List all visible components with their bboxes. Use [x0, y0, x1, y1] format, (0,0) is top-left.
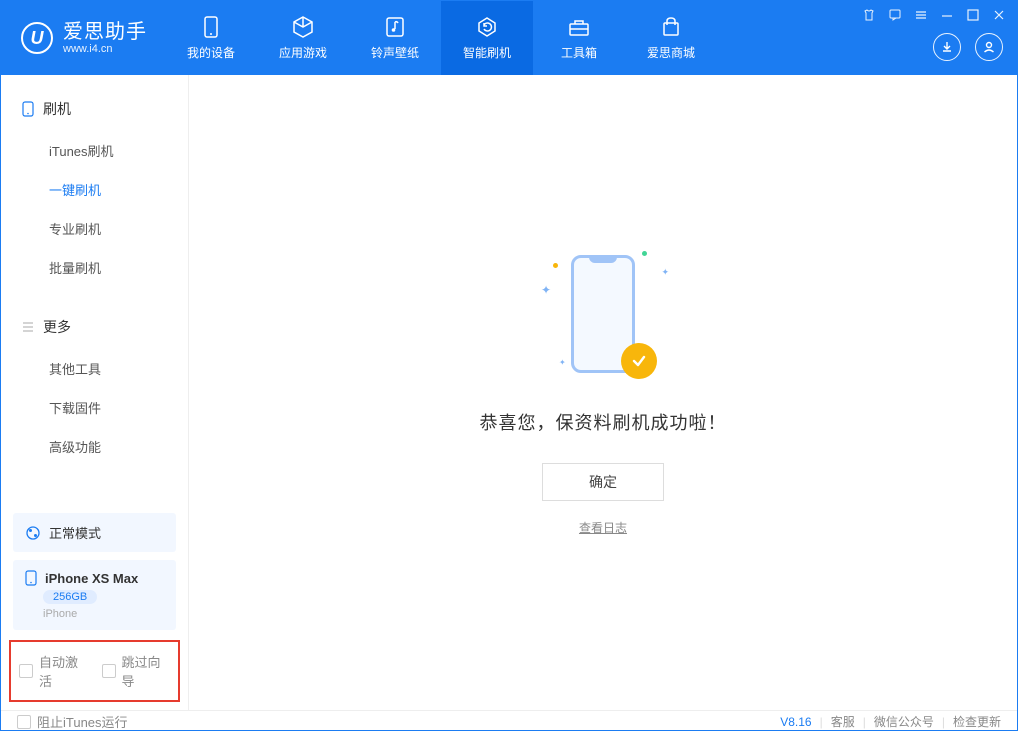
close-button[interactable] [991, 7, 1007, 23]
footer-link-support[interactable]: 客服 [831, 713, 855, 730]
tab-smart-flash[interactable]: 智能刷机 [441, 1, 533, 75]
device-icon [199, 15, 223, 39]
success-illustration: ✦ ✦ ✦ [533, 249, 673, 389]
app-title: 爱思助手 [63, 21, 147, 43]
mode-label: 正常模式 [49, 523, 101, 542]
logo-area: U 爱思助手 www.i4.cn [1, 1, 165, 75]
block-itunes-option[interactable]: 阻止iTunes运行 [17, 712, 128, 731]
footer-link-wechat[interactable]: 微信公众号 [874, 713, 934, 730]
highlighted-options: 自动激活 跳过向导 [9, 640, 180, 702]
view-log-link[interactable]: 查看日志 [579, 519, 627, 536]
auto-activate-option[interactable]: 自动激活 [19, 652, 88, 690]
main-content: ✦ ✦ ✦ 恭喜您，保资料刷机成功啦！ 确定 查看日志 [189, 75, 1017, 710]
confirm-button[interactable]: 确定 [542, 463, 664, 501]
main-tabs: 我的设备 应用游戏 铃声壁纸 智能刷机 工具箱 爱思商城 [165, 1, 717, 75]
cube-icon [291, 15, 315, 39]
sidebar-item-download-firmware[interactable]: 下载固件 [1, 388, 188, 427]
mode-box[interactable]: 正常模式 [13, 513, 176, 552]
app-header: U 爱思助手 www.i4.cn 我的设备 应用游戏 铃声壁纸 智能刷机 工具箱 [1, 1, 1017, 75]
sidebar: 刷机 iTunes刷机 一键刷机 专业刷机 批量刷机 更多 其他工具 下载固件 … [1, 75, 189, 710]
download-icon[interactable] [933, 33, 961, 61]
menu-icon[interactable] [913, 7, 929, 23]
tab-ringtone-wallpaper[interactable]: 铃声壁纸 [349, 1, 441, 75]
tab-apps-games[interactable]: 应用游戏 [257, 1, 349, 75]
checkbox-icon[interactable] [102, 664, 116, 678]
music-icon [383, 15, 407, 39]
minimize-button[interactable] [939, 7, 955, 23]
checkbox-icon[interactable] [17, 715, 31, 729]
sidebar-item-batch-flash[interactable]: 批量刷机 [1, 248, 188, 287]
sidebar-item-other-tools[interactable]: 其他工具 [1, 349, 188, 388]
device-name: iPhone XS Max [45, 571, 138, 586]
window-controls [861, 7, 1007, 23]
sidebar-item-oneclick-flash[interactable]: 一键刷机 [1, 170, 188, 209]
tab-my-device[interactable]: 我的设备 [165, 1, 257, 75]
footer-link-update[interactable]: 检查更新 [953, 713, 1001, 730]
sidebar-item-pro-flash[interactable]: 专业刷机 [1, 209, 188, 248]
feedback-icon[interactable] [887, 7, 903, 23]
sidebar-item-itunes-flash[interactable]: iTunes刷机 [1, 131, 188, 170]
device-box[interactable]: iPhone XS Max 256GB iPhone [13, 560, 176, 630]
toolbox-icon [567, 15, 591, 39]
store-icon [659, 15, 683, 39]
sidebar-section-flash: 刷机 [1, 93, 188, 125]
tab-store[interactable]: 爱思商城 [625, 1, 717, 75]
refresh-icon [475, 15, 499, 39]
logo-icon: U [21, 22, 53, 54]
device-phone-icon [25, 570, 37, 586]
version-label: V8.16 [780, 715, 811, 729]
checkbox-icon[interactable] [19, 664, 33, 678]
user-icon[interactable] [975, 33, 1003, 61]
tab-toolbox[interactable]: 工具箱 [533, 1, 625, 75]
list-icon [21, 320, 35, 334]
tshirt-icon[interactable] [861, 7, 877, 23]
skip-guide-option[interactable]: 跳过向导 [102, 652, 171, 690]
phone-icon [21, 101, 35, 117]
success-message: 恭喜您，保资料刷机成功啦！ [480, 409, 727, 435]
app-subtitle: www.i4.cn [63, 43, 147, 55]
check-icon [621, 343, 657, 379]
device-capacity: 256GB [43, 590, 97, 604]
maximize-button[interactable] [965, 7, 981, 23]
mode-icon [25, 525, 41, 541]
device-type: iPhone [43, 608, 77, 620]
header-right [933, 33, 1003, 61]
sidebar-section-more: 更多 [1, 311, 188, 343]
sidebar-item-advanced[interactable]: 高级功能 [1, 427, 188, 466]
footer: 阻止iTunes运行 V8.16 | 客服 | 微信公众号 | 检查更新 [1, 710, 1017, 732]
